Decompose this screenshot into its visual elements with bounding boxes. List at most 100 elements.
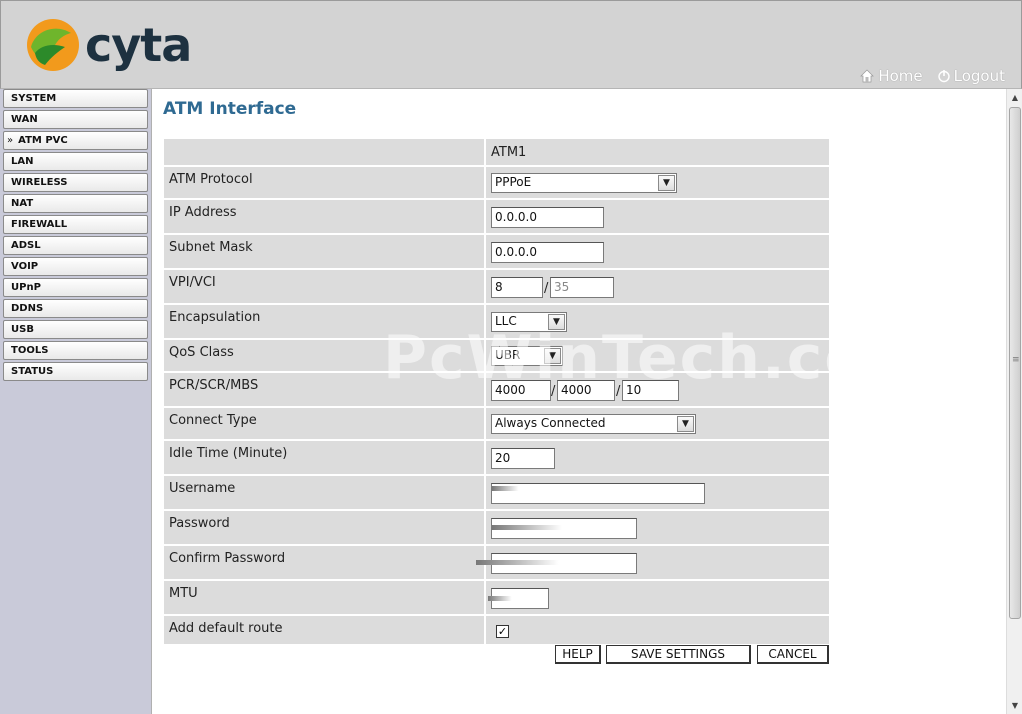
sidebar-item-system[interactable]: SYSTEM <box>3 89 148 108</box>
power-icon <box>937 70 950 83</box>
username-label: Username <box>169 481 236 496</box>
table-row: Confirm Password <box>164 546 829 581</box>
sidebar-item-label: UPnP <box>11 282 41 293</box>
qos-class-cell: UBR ▼ <box>484 340 829 371</box>
grip-icon: ≡ <box>1012 355 1020 365</box>
scroll-thumb[interactable]: ≡ <box>1009 107 1021 619</box>
active-marker: » <box>7 135 14 146</box>
sidebar-item-label: ATM PVC <box>18 135 68 146</box>
table-row: MTU <box>164 581 829 616</box>
sidebar-item-status[interactable]: STATUS <box>3 362 148 381</box>
default-route-label: Add default route <box>169 621 283 636</box>
idle-time-label: Idle Time (Minute) <box>169 446 288 461</box>
sidebar-item-label: NAT <box>11 198 34 209</box>
sidebar-item-tools[interactable]: TOOLS <box>3 341 148 360</box>
subnet-mask-input[interactable]: 0.0.0.0 <box>491 242 604 263</box>
subnet-mask-label: Subnet Mask <box>169 240 253 255</box>
table-row: PCR/SCR/MBS 4000 / 4000 / 10 <box>164 373 829 408</box>
vertical-scrollbar[interactable]: ▲ ≡ ▼ <box>1006 89 1022 714</box>
vci-input[interactable]: 35 <box>550 277 614 298</box>
redacted-password <box>492 525 592 530</box>
cancel-button[interactable]: CANCEL <box>757 645 829 664</box>
vpi-input[interactable]: 8 <box>491 277 543 298</box>
scroll-down-icon[interactable]: ▼ <box>1008 698 1022 713</box>
sidebar-item-label: VOIP <box>11 261 39 272</box>
help-button[interactable]: HELP <box>555 645 601 664</box>
home-icon <box>860 69 875 83</box>
sidebar-item-nat[interactable]: NAT <box>3 194 148 213</box>
idle-time-input[interactable]: 20 <box>491 448 555 469</box>
pcr-scr-mbs-cell: 4000 / 4000 / 10 <box>484 373 829 406</box>
pcr-scr-mbs-label: PCR/SCR/MBS <box>169 378 259 393</box>
column-header-cell: ATM1 <box>484 139 829 165</box>
default-route-cell: ✓ <box>484 616 829 644</box>
sidebar-item-atm-pvc[interactable]: » ATM PVC <box>3 131 148 150</box>
sidebar-item-label: LAN <box>11 156 34 167</box>
ip-address-label: IP Address <box>169 205 237 220</box>
chevron-down-icon: ▼ <box>548 314 565 330</box>
home-link[interactable]: Home <box>859 67 923 85</box>
sidebar-item-label: TOOLS <box>11 345 49 356</box>
sidebar-item-label: WIRELESS <box>11 177 68 188</box>
encapsulation-cell: LLC ▼ <box>484 305 829 338</box>
redacted-username <box>492 486 530 491</box>
table-row: Connect Type Always Connected ▼ <box>164 408 829 441</box>
page-title: ATM Interface <box>163 99 297 119</box>
sidebar-item-label: STATUS <box>11 366 54 377</box>
sidebar-item-label: FIREWALL <box>11 219 68 230</box>
sidebar-item-wan[interactable]: WAN <box>3 110 148 129</box>
sidebar-item-label: DDNS <box>11 303 44 314</box>
sidebar-item-label: WAN <box>11 114 38 125</box>
table-header-row: ATM1 <box>164 139 829 167</box>
encapsulation-select[interactable]: LLC ▼ <box>491 312 567 332</box>
atm-protocol-cell: PPPoE ▼ <box>484 167 829 198</box>
logo-text: cyta <box>85 18 192 72</box>
table-row: Encapsulation LLC ▼ <box>164 305 829 340</box>
encapsulation-value: LLC <box>495 314 517 328</box>
header: cyta Home Logout <box>0 0 1022 89</box>
column-header-atm1: ATM1 <box>491 145 527 160</box>
connect-type-select[interactable]: Always Connected ▼ <box>491 414 696 434</box>
username-cell <box>484 476 829 509</box>
sidebar-item-usb[interactable]: USB <box>3 320 148 339</box>
vpi-vci-cell: 8 / 35 <box>484 270 829 303</box>
mtu-label: MTU <box>169 586 198 601</box>
atm-protocol-label: ATM Protocol <box>169 172 253 187</box>
sidebar-item-ddns[interactable]: DDNS <box>3 299 148 318</box>
connect-type-value: Always Connected <box>495 416 606 430</box>
logout-link[interactable]: Logout <box>937 67 1005 85</box>
mtu-cell <box>484 581 829 614</box>
pcr-input[interactable]: 4000 <box>491 380 551 401</box>
qos-class-label: QoS Class <box>169 345 234 360</box>
ip-address-input[interactable]: 0.0.0.0 <box>491 207 604 228</box>
connect-type-cell: Always Connected ▼ <box>484 408 829 439</box>
sidebar-item-adsl[interactable]: ADSL <box>3 236 148 255</box>
logout-label: Logout <box>953 67 1005 85</box>
mbs-input[interactable]: 10 <box>622 380 679 401</box>
sidebar-item-voip[interactable]: VOIP <box>3 257 148 276</box>
confirm-password-cell <box>476 546 829 579</box>
table-row: Subnet Mask 0.0.0.0 <box>164 235 829 270</box>
sidebar-item-firewall[interactable]: FIREWALL <box>3 215 148 234</box>
sidebar-item-upnp[interactable]: UPnP <box>3 278 148 297</box>
confirm-password-label: Confirm Password <box>169 551 286 566</box>
save-settings-button[interactable]: SAVE SETTINGS <box>606 645 751 664</box>
sidebar-item-wireless[interactable]: WIRELESS <box>3 173 148 192</box>
subnet-mask-cell: 0.0.0.0 <box>484 235 829 268</box>
table-row: QoS Class UBR ▼ <box>164 340 829 373</box>
default-route-checkbox[interactable]: ✓ <box>496 625 509 638</box>
scroll-up-icon[interactable]: ▲ <box>1008 90 1022 105</box>
atm-protocol-select[interactable]: PPPoE ▼ <box>491 173 677 193</box>
home-label: Home <box>878 67 923 85</box>
chevron-down-icon: ▼ <box>544 348 561 364</box>
sidebar-item-lan[interactable]: LAN <box>3 152 148 171</box>
table-row: ATM Protocol PPPoE ▼ <box>164 167 829 200</box>
chevron-down-icon: ▼ <box>677 416 694 432</box>
encapsulation-label: Encapsulation <box>169 310 261 325</box>
sidebar-item-label: ADSL <box>11 240 41 251</box>
ip-address-cell: 0.0.0.0 <box>484 200 829 233</box>
table-row: Password <box>164 511 829 546</box>
qos-class-select[interactable]: UBR ▼ <box>491 346 563 366</box>
scr-input[interactable]: 4000 <box>557 380 615 401</box>
vpi-vci-label: VPI/VCI <box>169 275 216 290</box>
